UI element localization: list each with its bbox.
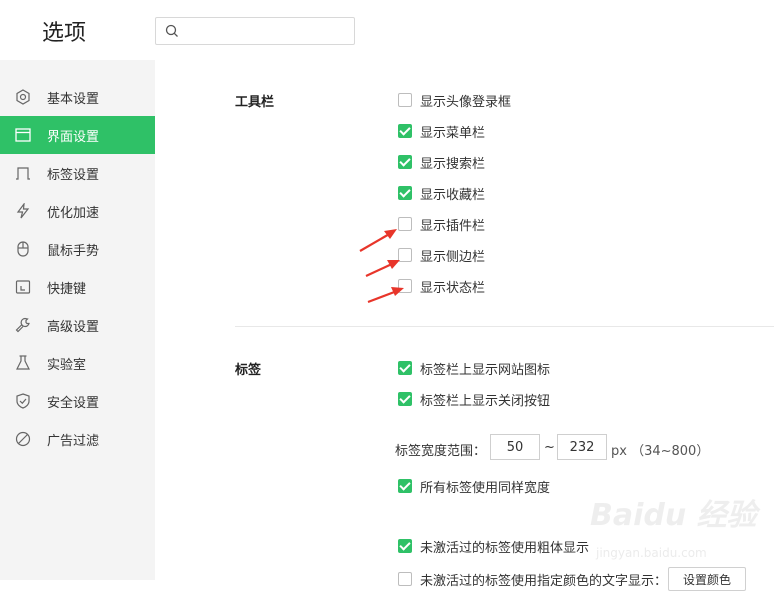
search-box[interactable] [155,17,355,45]
tab-icon [15,165,31,181]
option-label: 显示插件栏 [420,219,486,234]
sidebar-item-label: 高级设置 [47,320,100,335]
sidebar-item-mouse-gesture[interactable]: 鼠标手势 [0,230,155,268]
sidebar-item-label: 实验室 [47,358,87,373]
sidebar-item-tabs[interactable]: 标签设置 [0,154,155,192]
shortcut-icon [15,279,31,295]
sidebar-item-label: 安全设置 [47,396,100,411]
tab-width-min-input[interactable] [490,434,540,460]
sidebar-item-security[interactable]: 安全设置 [0,382,155,420]
option-label: 显示头像登录框 [420,95,512,110]
sidebar-item-label: 界面设置 [47,130,100,145]
tab-width-unit: px （34~800） [611,444,710,459]
tab-width-label: 标签宽度范围： [395,444,487,459]
header: 选项 [0,0,774,60]
window-icon [15,127,31,143]
sidebar-item-label: 快捷键 [47,282,87,297]
checkbox[interactable] [398,361,412,375]
section-title-tabs: 标签 [235,363,262,378]
sidebar: 基本设置 界面设置 标签设置 优化加速 鼠标手势 快捷键 高级设置 实验室 安全… [0,60,155,580]
annotation-arrow [367,287,404,304]
checkbox[interactable] [398,186,412,200]
set-color-button[interactable]: 设置颜色 [668,567,746,591]
tab-width-max-input[interactable] [557,434,607,460]
page-title: 选项 [42,21,87,46]
sidebar-item-advanced[interactable]: 高级设置 [0,306,155,344]
option-label: 显示侧边栏 [420,250,486,265]
checkbox[interactable] [398,572,412,586]
checkbox[interactable] [398,93,412,107]
option-label: 显示收藏栏 [420,188,486,203]
mouse-icon [15,241,31,257]
flask-icon [15,355,31,371]
checkbox[interactable] [398,155,412,169]
annotation-arrow [359,229,397,252]
option-label: 所有标签使用同样宽度 [420,481,551,496]
sidebar-item-speedup[interactable]: 优化加速 [0,192,155,230]
option-label: 未激活过的标签使用粗体显示 [420,541,590,556]
checkbox[interactable] [398,479,412,493]
checkbox[interactable] [398,124,412,138]
search-input[interactable] [184,21,348,41]
option-label: 显示状态栏 [420,281,486,296]
checkbox[interactable] [398,392,412,406]
range-separator: ~ [544,440,555,455]
sidebar-item-shortcuts[interactable]: 快捷键 [0,268,155,306]
shield-icon [15,393,31,409]
option-label: 标签栏上显示关闭按钮 [420,394,551,409]
section-divider [235,326,774,327]
sidebar-item-basic[interactable]: 基本设置 [0,78,155,116]
sidebar-item-adblock[interactable]: 广告过滤 [0,420,155,458]
section-title-toolbar: 工具栏 [235,95,275,110]
sidebar-item-label: 标签设置 [47,168,100,183]
sidebar-item-label: 鼠标手势 [47,244,100,259]
watermark-url: jingyan.baidu.com [596,546,707,560]
wrench-icon [15,317,31,333]
sidebar-item-label: 广告过滤 [47,434,100,449]
option-label: 显示搜索栏 [420,157,486,172]
search-icon [165,24,178,37]
checkbox[interactable] [398,539,412,553]
lightning-icon [15,203,31,219]
option-label: 标签栏上显示网站图标 [420,363,551,378]
sidebar-item-lab[interactable]: 实验室 [0,344,155,382]
block-icon [15,431,31,447]
annotation-arrow [365,260,400,277]
sidebar-item-label: 基本设置 [47,92,100,107]
sidebar-item-interface[interactable]: 界面设置 [0,116,155,154]
watermark-logo: Baidu 经验 [590,498,757,533]
sidebar-item-label: 优化加速 [47,206,100,221]
gear-icon [15,89,31,105]
option-label: 显示菜单栏 [420,126,486,141]
